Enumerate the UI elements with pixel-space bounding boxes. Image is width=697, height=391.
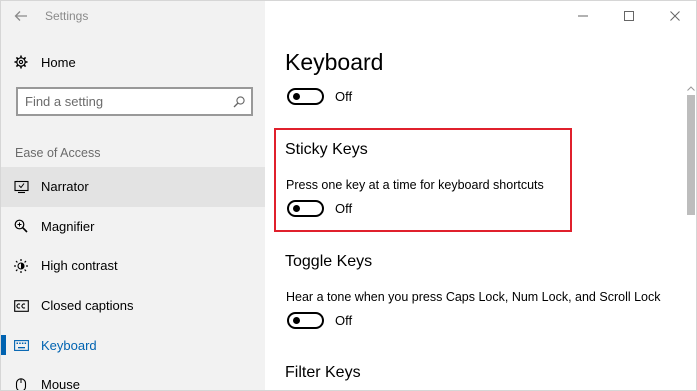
- sticky-keys-toggle[interactable]: Off: [287, 200, 352, 217]
- search-icon[interactable]: [233, 95, 245, 108]
- minimize-icon: [578, 15, 588, 17]
- sidebar-item-magnifier[interactable]: Magnifier: [1, 207, 265, 247]
- narrator-icon: [1, 180, 41, 194]
- close-icon: [670, 11, 680, 21]
- app-title: Settings: [45, 9, 89, 23]
- onscreen-keyboard-toggle[interactable]: Off: [287, 88, 352, 105]
- sticky-keys-description: Press one key at a time for keyboard sho…: [286, 178, 544, 192]
- settings-window: Settings Home Find a setting Ease of Acc…: [0, 0, 697, 391]
- toggle-keys-title: Toggle Keys: [285, 253, 373, 270]
- toggle-state-label: Off: [335, 201, 353, 216]
- page-title: Keyboard: [285, 49, 384, 75]
- toggle-knob: [293, 205, 300, 212]
- scroll-up-button[interactable]: [686, 83, 696, 93]
- sidebar-item-label: Closed captions: [41, 298, 134, 314]
- sticky-keys-title: Sticky Keys: [285, 141, 368, 158]
- minimize-button[interactable]: [560, 1, 606, 31]
- sidebar: Settings Home Find a setting Ease of Acc…: [1, 1, 265, 391]
- scroll-thumb[interactable]: [687, 95, 695, 215]
- filter-keys-title: Filter Keys: [285, 364, 361, 381]
- toggle-switch[interactable]: [287, 88, 324, 105]
- maximize-icon: [624, 11, 634, 21]
- back-button[interactable]: [1, 1, 41, 31]
- toggle-knob: [293, 93, 300, 100]
- scroll-track[interactable]: [687, 95, 695, 390]
- toggle-state-label: Off: [335, 313, 353, 328]
- toggle-switch[interactable]: [287, 312, 324, 329]
- arrow-left-icon: [14, 11, 27, 21]
- search-input[interactable]: [25, 94, 215, 109]
- window-controls: [560, 1, 696, 31]
- mouse-icon: [1, 378, 41, 390]
- sidebar-item-narrator[interactable]: Narrator: [1, 167, 265, 207]
- scrollbar[interactable]: [686, 83, 696, 390]
- sidebar-item-label: Narrator: [41, 179, 89, 195]
- toggle-switch[interactable]: [287, 200, 324, 217]
- sidebar-item-label: Keyboard: [41, 337, 97, 353]
- toggle-keys-description: Hear a tone when you press Caps Lock, Nu…: [286, 290, 661, 304]
- sidebar-item-label: Home: [41, 54, 76, 70]
- chevron-up-icon: [687, 85, 695, 91]
- high-contrast-icon: [1, 258, 41, 273]
- gear-icon: [1, 55, 41, 69]
- sidebar-item-label: Mouse: [41, 377, 81, 391]
- nav-list: Narrator Magnifier High contrast Closed …: [1, 167, 265, 391]
- search-box[interactable]: [16, 87, 253, 116]
- keyboard-icon: [1, 339, 41, 351]
- closed-captions-icon: [1, 299, 41, 312]
- sidebar-item-home[interactable]: Home: [1, 47, 265, 77]
- sidebar-item-keyboard[interactable]: Keyboard: [1, 325, 265, 365]
- selected-indicator: [1, 335, 6, 356]
- sidebar-item-closed-captions[interactable]: Closed captions: [1, 286, 265, 326]
- toggle-keys-toggle[interactable]: Off: [287, 312, 352, 329]
- section-heading: Ease of Access: [15, 146, 101, 160]
- sidebar-item-label: Magnifier: [41, 218, 95, 234]
- sidebar-item-label: High contrast: [41, 258, 118, 274]
- maximize-button[interactable]: [606, 1, 652, 31]
- toggle-state-label: Off: [335, 89, 353, 104]
- main-content: Keyboard Off Sticky Keys Press one key a…: [265, 1, 696, 390]
- close-button[interactable]: [652, 1, 696, 31]
- titlebar-left: Settings: [1, 1, 265, 31]
- sidebar-item-mouse[interactable]: Mouse: [1, 365, 265, 391]
- sidebar-item-high-contrast[interactable]: High contrast: [1, 246, 265, 286]
- toggle-knob: [293, 317, 300, 324]
- magnifier-icon: [1, 219, 41, 233]
